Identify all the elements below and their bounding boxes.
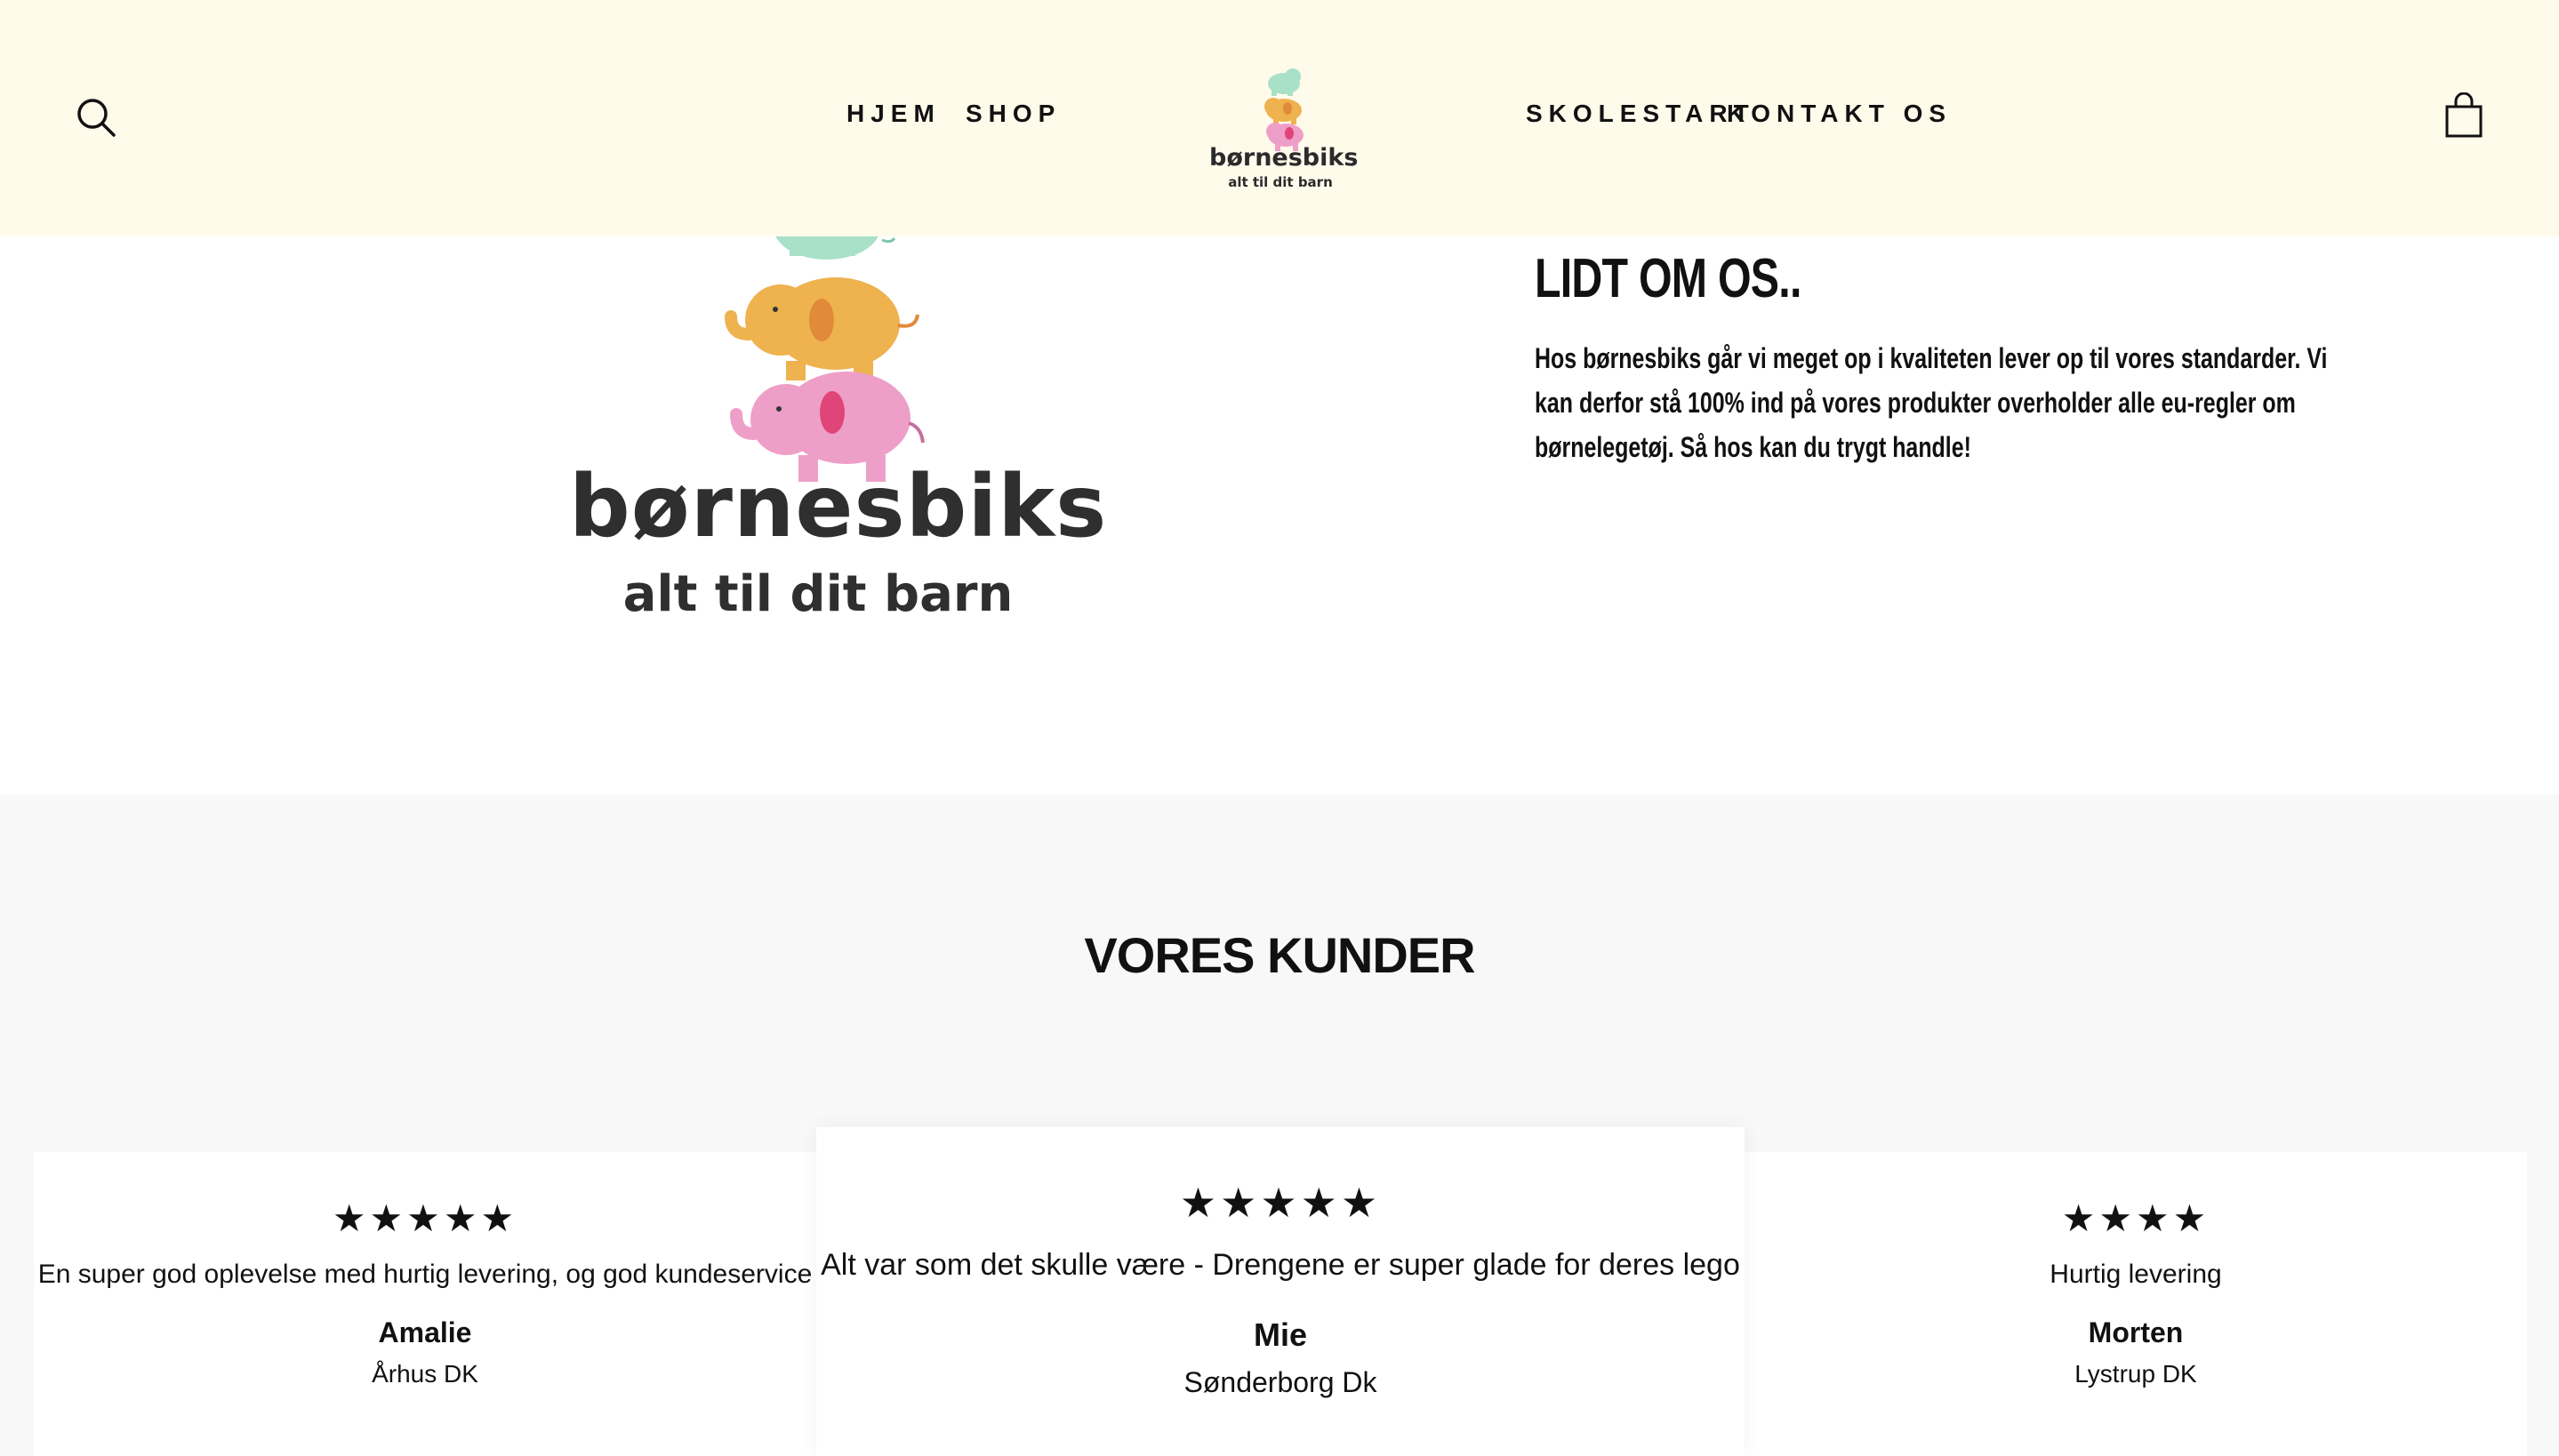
customers-section: VORES KUNDER ★★★★★ En super god oplevels… [0,795,2559,1456]
nav-shop[interactable]: SHOP [966,100,1061,128]
customers-title: VORES KUNDER [1084,927,1475,983]
nav-hjem[interactable]: HJEM [846,100,941,128]
elephant-stack-icon [725,236,925,482]
elephant-stack-icon [1264,68,1304,151]
about-logo-brand: børnesbiks [569,457,1108,556]
review-card-active[interactable]: ★★★★★ Alt var som det skulle være - Dren… [816,1127,1745,1456]
review-text: Alt var som det skulle være - Drengene e… [821,1248,1740,1282]
about-logo: børnesbiks alt til dit barn [569,236,1108,645]
rating-stars: ★★★★★ [332,1197,518,1239]
nav-skolestart[interactable]: SKOLESTART [1526,100,1755,128]
review-text: Hurtig levering [2050,1260,2222,1289]
review-card[interactable]: ★★★★ Hurtig levering Morten Lystrup DK [1745,1152,2527,1456]
review-text: En super god oplevelse med hurtig leveri… [37,1260,813,1289]
review-card[interactable]: ★★★★★ En super god oplevelse med hurtig … [34,1152,816,1456]
reviewer-name: Mie [1253,1316,1307,1353]
reviewer-location: Lystrup DK [2074,1360,2197,1388]
site-header: HJEM SHOP børnesbiks alt til dit barn SK… [0,0,2559,236]
about-logo-tagline: alt til dit barn [622,565,1014,623]
reviewer-location: Århus DK [372,1360,478,1388]
rating-stars: ★★★★★ [1179,1180,1382,1226]
about-title: LIDT OM OS.. [1535,248,1801,309]
shopping-bag-icon[interactable] [2442,89,2486,142]
logo-brand: børnesbiks [1209,144,1359,172]
about-section: børnesbiks alt til dit barn LIDT OM OS..… [0,236,2559,795]
about-text: Hos børnesbiks går vi meget op i kvalite… [1535,342,2328,463]
reviewer-name: Amalie [378,1316,472,1348]
reviewer-name: Morten [2088,1316,2184,1348]
search-icon[interactable] [71,92,121,142]
reviewer-location: Sønderborg Dk [1183,1366,1377,1398]
header-logo[interactable]: børnesbiks alt til dit barn [1209,64,1359,197]
nav-kontakt-os[interactable]: KONTAKT OS [1727,100,1952,128]
rating-stars: ★★★★ [2061,1197,2210,1239]
logo-tagline: alt til dit barn [1228,174,1333,190]
